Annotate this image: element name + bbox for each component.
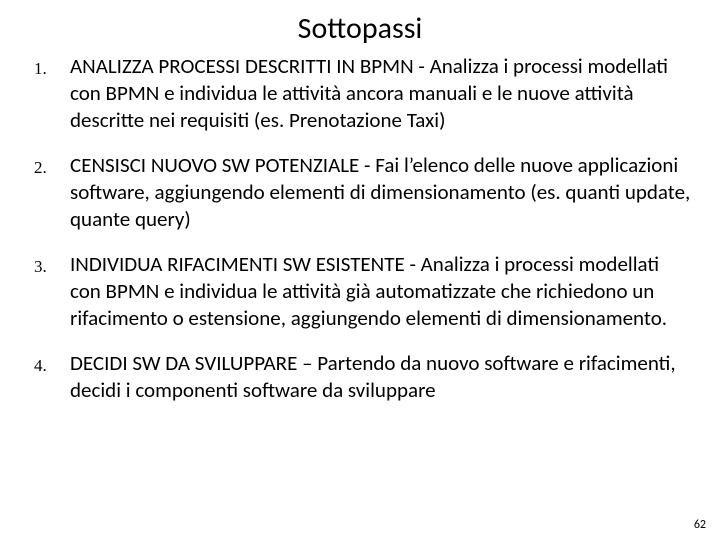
- list-text: CENSISCI NUOVO SW POTENZIALE - Fai l’ele…: [70, 152, 692, 233]
- numbered-list: 1. ANALIZZA PROCESSI DESCRITTI IN BPMN -…: [0, 53, 720, 404]
- list-text: DECIDI SW DA SVILUPPARE – Partendo da nu…: [70, 350, 692, 404]
- list-item: 1. ANALIZZA PROCESSI DESCRITTI IN BPMN -…: [34, 53, 692, 134]
- list-text: INDIVIDUA RIFACIMENTI SW ESISTENTE - Ana…: [70, 251, 692, 332]
- list-text: ANALIZZA PROCESSI DESCRITTI IN BPMN - An…: [70, 53, 692, 134]
- list-number: 3.: [34, 251, 70, 280]
- page-number: 62: [694, 518, 706, 532]
- list-number: 2.: [34, 152, 70, 181]
- list-number: 4.: [34, 350, 70, 379]
- slide-title: Sottopassi: [0, 0, 720, 53]
- slide: Sottopassi 1. ANALIZZA PROCESSI DESCRITT…: [0, 0, 720, 540]
- list-item: 2. CENSISCI NUOVO SW POTENZIALE - Fai l’…: [34, 152, 692, 233]
- list-item: 4. DECIDI SW DA SVILUPPARE – Partendo da…: [34, 350, 692, 404]
- list-item: 3. INDIVIDUA RIFACIMENTI SW ESISTENTE - …: [34, 251, 692, 332]
- list-number: 1.: [34, 53, 70, 82]
